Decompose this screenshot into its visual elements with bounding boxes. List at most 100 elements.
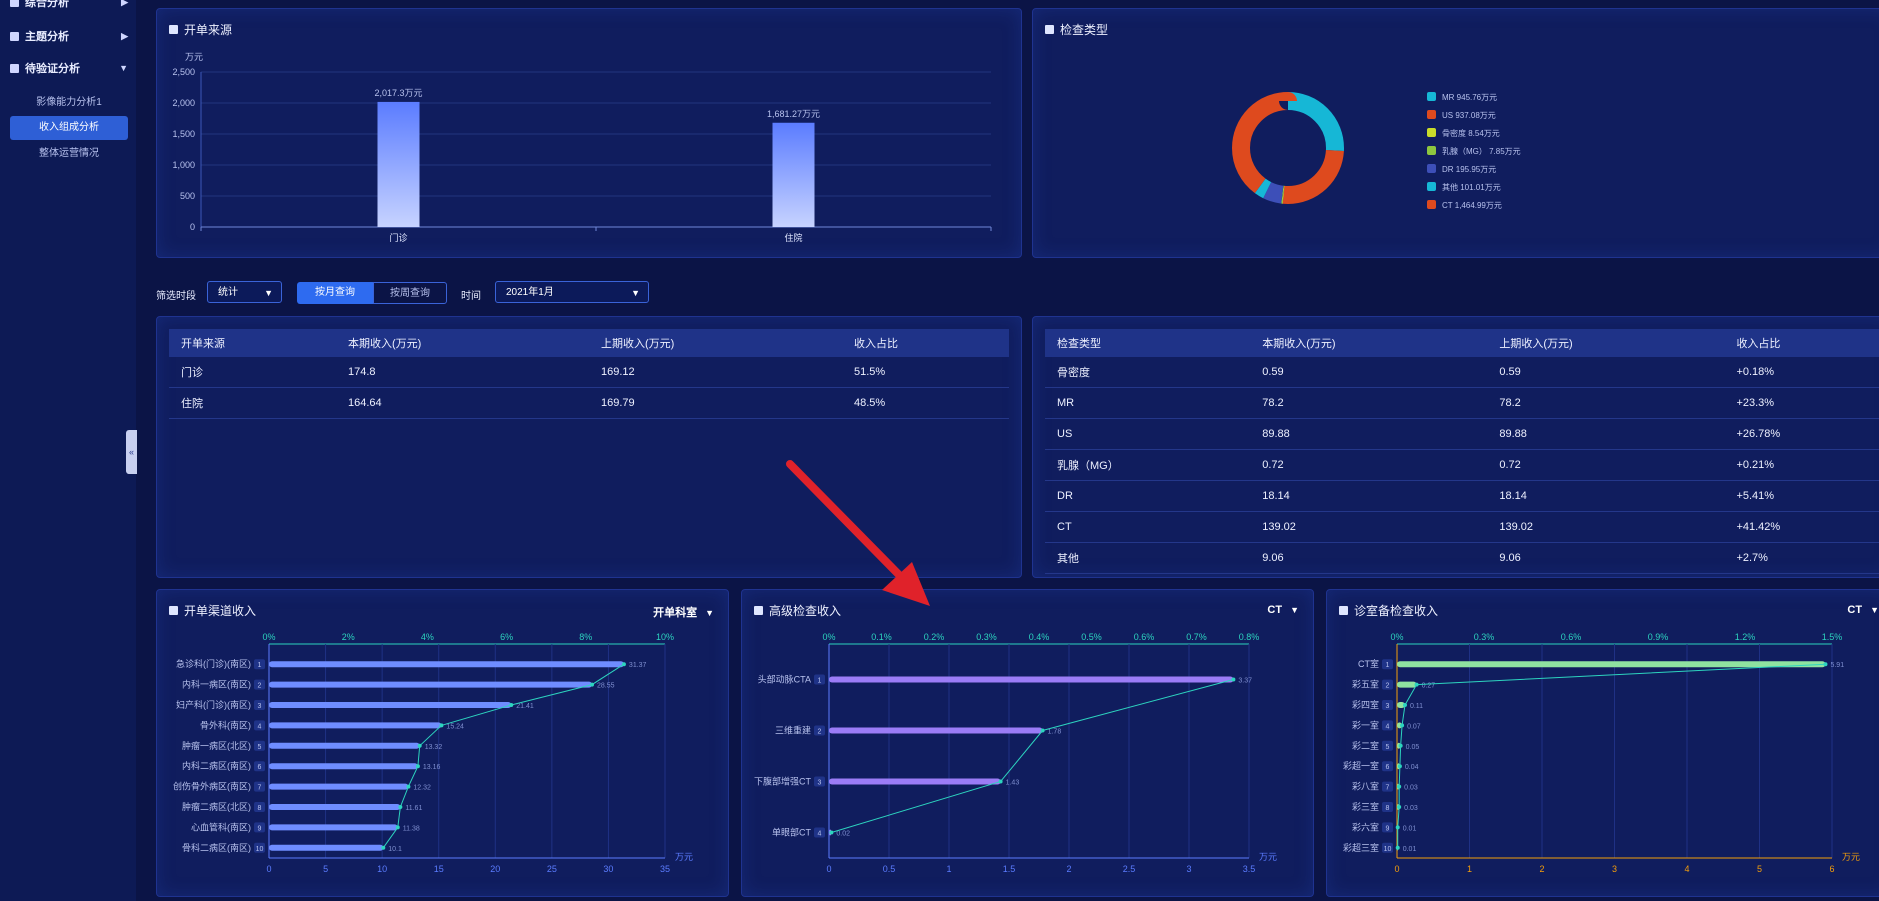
- bar-value-label: 0.01: [1403, 846, 1417, 853]
- by-month-button[interactable]: 按月查询: [297, 282, 373, 304]
- top-tick-label: 6%: [500, 632, 513, 642]
- bar-value-label: 13.32: [425, 744, 443, 751]
- y-tick-label: 2,500: [172, 67, 195, 77]
- category-label: 彩六室: [1352, 821, 1379, 832]
- sidebar-item-income[interactable]: 收入组成分析: [10, 116, 128, 140]
- table-cell: CT: [1045, 511, 1251, 543]
- exam-type-donut-chart: MR 945.76万元 US 937.08万元骨密度 8.54万元乳腺（MG） 7…: [1232, 92, 1521, 210]
- rank-number: 2: [1386, 683, 1390, 690]
- rank-number: 4: [1386, 723, 1390, 730]
- bar-value-label: 15.24: [446, 723, 464, 730]
- sidebar-group-topic[interactable]: 主题分析 ▶: [10, 28, 128, 44]
- advanced-panel: 高级检查收入 CT ▼ 0% 0.1% 0.2% 0.3% 0.4% 0.5% 0.6% 0.7…: [741, 589, 1314, 897]
- table-cell: 门诊: [169, 357, 337, 388]
- legend-label: DR 195.95万元: [1442, 165, 1496, 174]
- legend-label: MR 945.76万元: [1442, 93, 1497, 102]
- room-hbar-chart: 0% 0.3% 0.6% 0.9% 1.2% 1.5% 0 1 2 3 4 5 6 万元 CT室 1 5.91 彩…: [1343, 632, 1860, 874]
- table-cell: +0.18%: [1724, 357, 1879, 388]
- channel-panel: 开单渠道收入 开单科室 ▼ 0% 2% 4% 6% 8% 10% 0 5 10 15 20 25 30 35…: [156, 589, 729, 897]
- table-cell: 骨密度: [1045, 357, 1251, 388]
- sidebar-group-pending[interactable]: 待验证分析 ▼: [10, 60, 128, 76]
- table-row: 其他 9.06 9.06 +2.7%: [1045, 542, 1879, 574]
- collapse-sidebar-icon[interactable]: «: [126, 430, 137, 474]
- bottom-tick-label: 0: [266, 864, 271, 874]
- bar-value-label: 0.05: [1406, 744, 1420, 751]
- by-week-button[interactable]: 按周查询: [373, 282, 447, 304]
- trend-point: [1400, 723, 1405, 728]
- trend-point: [1414, 682, 1419, 687]
- bar-value-label: 31.37: [629, 662, 647, 669]
- exam-table: 检查类型 本期收入(万元) 上期收入(万元) 收入占比 骨密度 0.59 0.59 +…: [1045, 329, 1879, 574]
- bar: [269, 804, 401, 810]
- trend-point: [1402, 703, 1407, 707]
- top-tick-label: 1.2%: [1735, 632, 1756, 642]
- time-select[interactable]: 2021年1月 ▼: [495, 281, 649, 303]
- bottom-tick-label: 6: [1829, 864, 1834, 874]
- category-label: CT室: [1358, 658, 1379, 669]
- trend-point: [1397, 784, 1402, 789]
- trend-point: [1397, 764, 1402, 769]
- source-chart-panel: 开单来源 万元 0 500 1,000 1,500 2,000 2,500 2,017.3万元…: [156, 8, 1022, 258]
- bar: [1397, 681, 1417, 688]
- category-label: 彩超一室: [1343, 760, 1379, 771]
- bottom-tick-label: 0: [1394, 864, 1399, 874]
- bar: [269, 742, 420, 749]
- bar-value-label: 2,017.3万元: [374, 88, 422, 98]
- bar-value-label: 0.07: [1407, 723, 1421, 730]
- y-tick-label: 0: [190, 222, 195, 232]
- trend-point: [1395, 825, 1400, 830]
- table-cell: 9.06: [1250, 542, 1488, 574]
- room-panel: 诊室备检查收入 CT ▼ 0% 0.3% 0.6% 0.9% 1.2% 1.5% 0 1 2 3 4 5…: [1326, 589, 1879, 897]
- bottom-tick-label: 2: [1066, 864, 1071, 874]
- table-cell: 18.14: [1487, 480, 1725, 512]
- bottom-tick-label: 5: [1757, 864, 1762, 874]
- legend-label: 乳腺（MG） 7.85万元: [1442, 146, 1521, 156]
- bar-value-label: 10.1: [388, 846, 402, 853]
- bar-value-label: 12.32: [413, 785, 431, 792]
- category-label: 彩三室: [1352, 801, 1379, 812]
- bar-value-label: 0.03: [1404, 785, 1418, 792]
- x-category-label: 门诊: [389, 232, 407, 243]
- table-row: 住院 164.64 169.79 48.5%: [169, 387, 1009, 419]
- legend-swatch: [1427, 200, 1436, 209]
- table-cell: 139.02: [1250, 511, 1488, 543]
- trend-point: [1823, 662, 1828, 667]
- column-header: 收入占比: [1724, 329, 1879, 357]
- table-cell: 18.14: [1250, 480, 1488, 512]
- period-select[interactable]: 统计 ▼: [207, 281, 282, 303]
- category-label: 单眼部CT: [772, 827, 811, 838]
- table-cell: 164.64: [336, 387, 589, 419]
- period-label: 筛选时段: [156, 291, 196, 302]
- table-cell: 169.12: [588, 357, 842, 388]
- sidebar-item-imaging[interactable]: 影像能力分析1: [10, 91, 128, 115]
- source-table-panel: 开单来源 本期收入(万元) 上期收入(万元) 收入占比 门诊 174.8 169…: [156, 316, 1022, 578]
- table-cell: 0.59: [1250, 357, 1488, 388]
- bottom-tick-label: 0: [826, 864, 831, 874]
- rank-number: 9: [1386, 825, 1390, 832]
- table-cell: 169.79: [588, 387, 842, 419]
- category-label: 心血管科(南区): [191, 821, 251, 832]
- chevron-down-icon: ▼: [119, 63, 128, 73]
- top-tick-label: 0.7%: [1186, 632, 1207, 642]
- bottom-tick-label: 1: [1467, 864, 1472, 874]
- top-tick-label: 0.8%: [1239, 632, 1260, 642]
- sidebar-group-overview[interactable]: 综合分析 ▶: [10, 0, 128, 10]
- bar: [829, 727, 1043, 734]
- sidebar-item-operations[interactable]: 整体运营情况: [10, 142, 128, 166]
- unit-label: 万元: [1259, 852, 1277, 862]
- bar-value-label: 0.11: [1410, 703, 1423, 710]
- bar: [1397, 661, 1826, 668]
- top-tick-label: 0%: [1390, 632, 1403, 642]
- legend-label: US 937.08万元: [1442, 111, 1496, 120]
- table-cell: +41.42%: [1724, 511, 1879, 543]
- bar-value-label: 5.91: [1830, 662, 1844, 669]
- trend-point: [1397, 805, 1402, 809]
- column-header: 上期收入(万元): [1487, 329, 1725, 357]
- legend-swatch: [1427, 164, 1436, 173]
- column-header: 收入占比: [841, 329, 1009, 357]
- table-row: US 89.88 89.88 +26.78%: [1045, 418, 1879, 450]
- category-label: 彩四室: [1352, 699, 1379, 710]
- bottom-tick-label: 15: [434, 864, 444, 874]
- source-table: 开单来源 本期收入(万元) 上期收入(万元) 收入占比 门诊 174.8 169…: [169, 329, 1009, 419]
- trend-point: [509, 703, 514, 707]
